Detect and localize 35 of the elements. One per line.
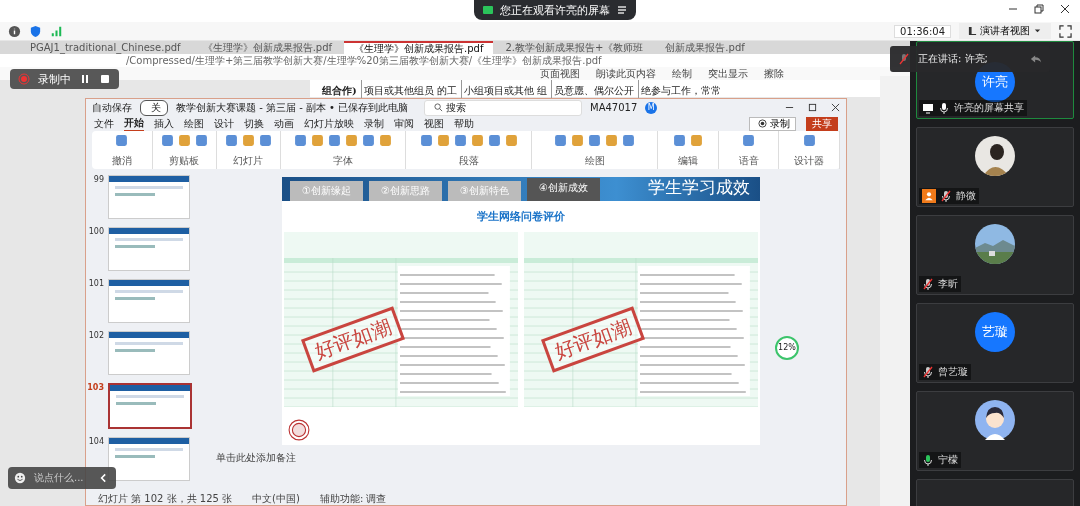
slide-heading: 学生学习成效 bbox=[647, 176, 751, 199]
stamp: 好评如潮 bbox=[300, 306, 406, 373]
ribbon-group-label: 幻灯片 bbox=[233, 154, 264, 168]
status-text: 中文(中国) bbox=[252, 493, 300, 505]
participant-name: 许亮的屏幕共享 bbox=[953, 101, 1024, 115]
slide-number: 100 bbox=[87, 227, 104, 236]
participant-name: 静微 bbox=[955, 189, 976, 203]
ribbon-group-label: 语音 bbox=[738, 154, 759, 168]
participant-name: 曾艺璇 bbox=[937, 365, 968, 379]
recording-label: 录制中 bbox=[38, 71, 71, 87]
ribbon-group-label: 编辑 bbox=[678, 154, 699, 168]
avatar: 艺璇 bbox=[974, 312, 1015, 352]
autosave-label: 自动保存 bbox=[92, 100, 132, 115]
ribbon-group-label: 撤消 bbox=[111, 154, 132, 168]
ribbon-group-label: 字体 bbox=[333, 154, 353, 168]
slide-number: 99 bbox=[92, 175, 104, 184]
ribbon-group-label: 段落 bbox=[458, 154, 479, 168]
status-text: 幻灯片 第 102 张，共 125 张 bbox=[98, 493, 233, 505]
user-name: MA47017 bbox=[590, 102, 638, 113]
ribbon-group-label: 剪贴板 bbox=[169, 154, 200, 168]
participant-name: 李昕 bbox=[937, 277, 958, 291]
slide-number: 104 bbox=[87, 437, 104, 446]
ribbon-group-label: 设计器 bbox=[794, 154, 825, 168]
banner-text: 您正在观看许亮的屏幕 bbox=[500, 2, 610, 18]
participant-name: 宁檬 bbox=[937, 453, 958, 467]
slide-title: 学生网络问卷评价 bbox=[476, 209, 566, 225]
status-text: 辅助功能: 调查 bbox=[319, 493, 387, 505]
slide-number: 101 bbox=[87, 279, 104, 288]
slide-number: 102 bbox=[87, 331, 104, 340]
slide-number: 103 bbox=[86, 383, 104, 392]
pdf-table-cell-text: 组合作) bbox=[321, 84, 357, 98]
meeting-timer: 01:36:04 bbox=[894, 24, 951, 38]
stamp: 好评如潮 bbox=[540, 306, 646, 373]
document-title: 教学创新大赛课题 - 第三届 - 副本 • 已保存到此电脑 bbox=[176, 100, 410, 115]
ribbon-group-label: 绘图 bbox=[584, 154, 605, 168]
